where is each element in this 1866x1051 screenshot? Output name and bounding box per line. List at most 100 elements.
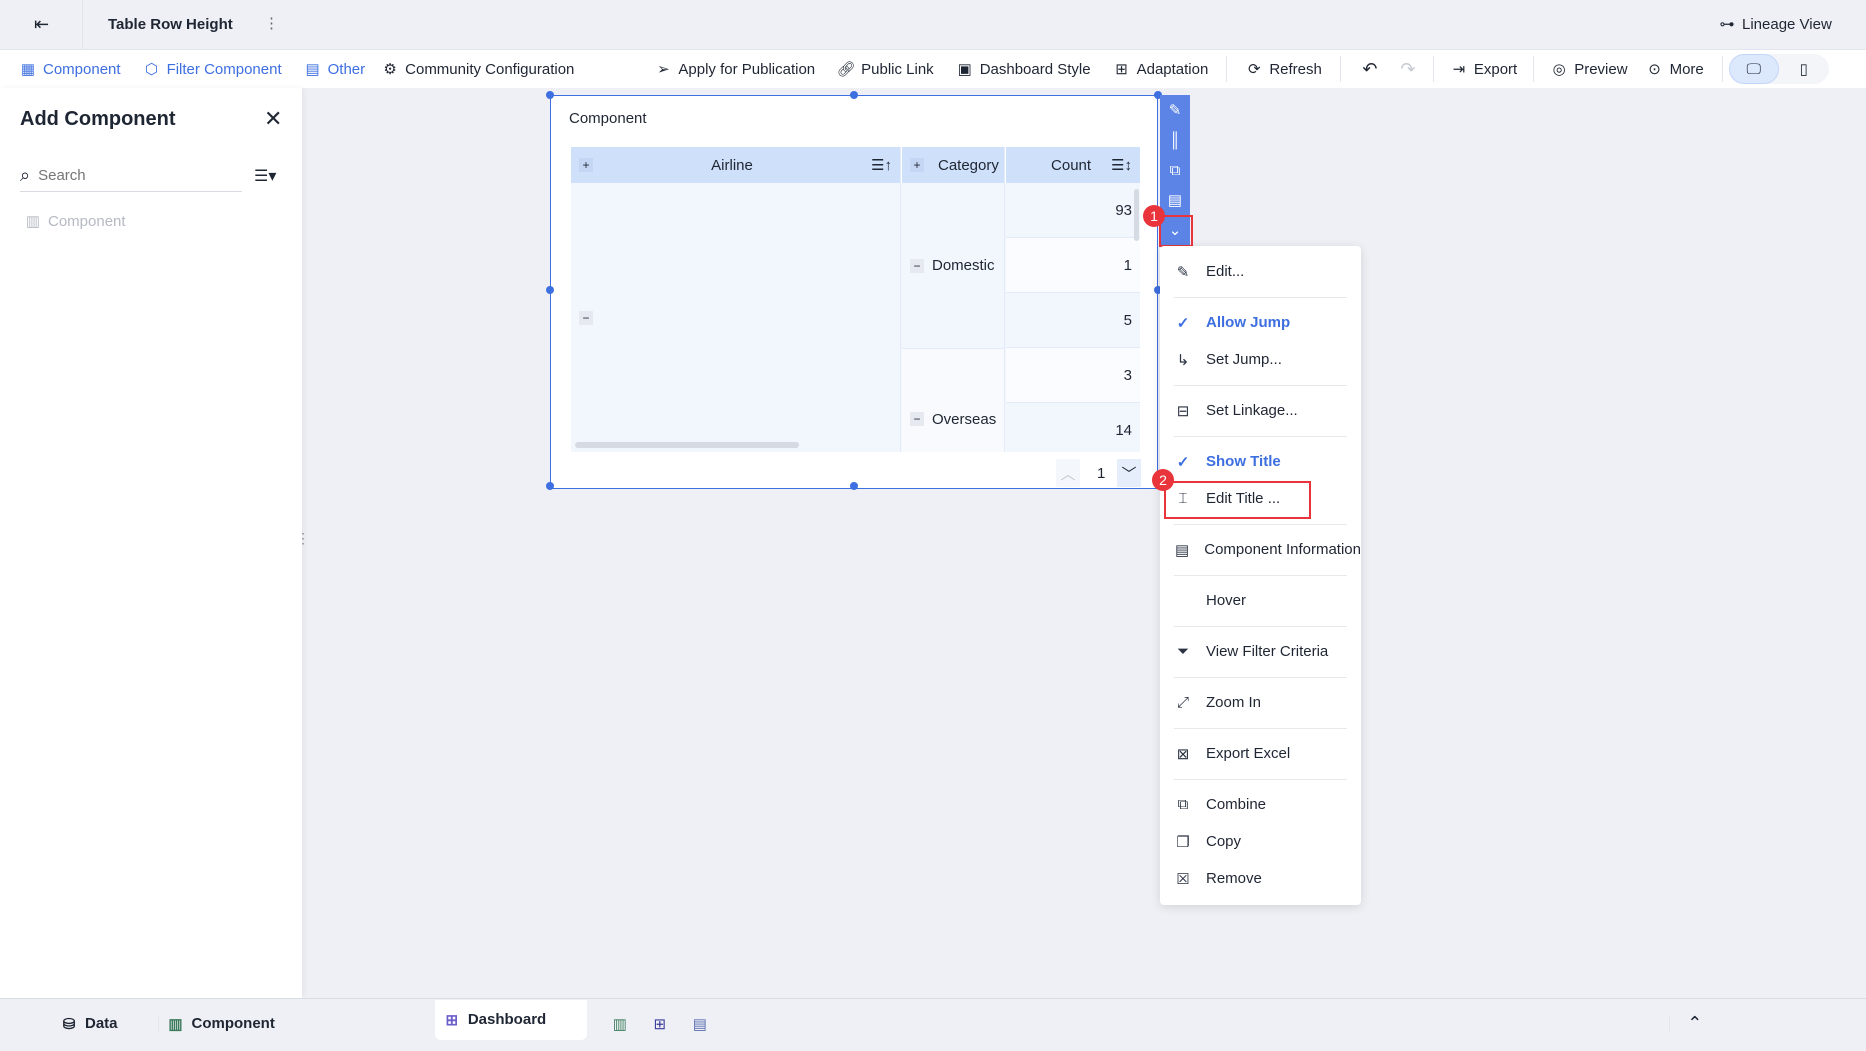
menu-item-view-filter-criteria[interactable]: ⏷ View Filter Criteria bbox=[1160, 633, 1361, 670]
sort-icon[interactable]: ☰↕ bbox=[1111, 156, 1132, 174]
expand-icon[interactable]: + bbox=[579, 158, 593, 172]
menu-item-copy[interactable]: ❐ Copy bbox=[1160, 823, 1361, 860]
menu-item-remove[interactable]: ☒ Remove bbox=[1160, 860, 1361, 897]
comment-icon[interactable]: ▤ bbox=[1168, 185, 1182, 215]
resize-handle[interactable] bbox=[546, 482, 554, 490]
category-cell: − Domestic bbox=[902, 183, 1005, 349]
divider bbox=[157, 1014, 159, 1033]
menu-item-allow-jump[interactable]: ✓ Allow Jump bbox=[1160, 304, 1361, 341]
more-icon: ⊙ bbox=[1648, 61, 1661, 78]
horizontal-scrollbar[interactable] bbox=[575, 442, 799, 448]
export-button[interactable]: ⇥ Export bbox=[1450, 60, 1518, 79]
menu-item-edit[interactable]: ✎ Edit... bbox=[1160, 253, 1361, 290]
context-menu: ✎ Edit... ✓ Allow Jump ↳ Set Jump... ⊟ Set L… bbox=[1160, 246, 1361, 905]
page-down-button[interactable]: ﹀ bbox=[1117, 459, 1141, 487]
filter-component-button[interactable]: ⬡ Filter Component bbox=[143, 60, 282, 79]
dashboard-tab[interactable]: ⊞ Dashboard bbox=[434, 999, 587, 1040]
menu-item-hover[interactable]: Hover bbox=[1160, 582, 1361, 619]
menu-item-combine[interactable]: ⧉ Combine bbox=[1160, 786, 1361, 823]
zoom-in-icon: ⤢ bbox=[1176, 694, 1189, 711]
more-button[interactable]: ⊙ More bbox=[1646, 60, 1703, 79]
airline-cell: − bbox=[571, 183, 901, 452]
sort-icon[interactable]: ☰↑ bbox=[871, 156, 892, 174]
divider bbox=[1174, 523, 1347, 525]
add-other-icon: ▤ bbox=[305, 61, 320, 78]
vertical-scrollbar[interactable] bbox=[1134, 189, 1139, 241]
step-badge: 1 bbox=[1143, 205, 1165, 227]
more-vertical-icon[interactable]: ⋮ bbox=[264, 14, 279, 32]
divider bbox=[1432, 56, 1434, 82]
check-icon: ✓ bbox=[1176, 314, 1190, 332]
menu-item-set-jump[interactable]: ↳ Set Jump... bbox=[1160, 341, 1361, 378]
gear-icon: ⚙ bbox=[383, 61, 397, 78]
menu-item-component-information[interactable]: ▤ Component Information bbox=[1160, 531, 1361, 568]
edit-icon[interactable]: ✎ bbox=[1169, 95, 1182, 125]
lineage-view-button[interactable]: ⊶ Lineage View bbox=[1718, 15, 1832, 34]
exit-icon[interactable]: ⇤ bbox=[34, 14, 49, 35]
toolbar: ▦ Component ⬡ Filter Component ▤ Other ⚙ Com… bbox=[0, 50, 1866, 88]
resize-handle[interactable] bbox=[850, 91, 858, 99]
menu-item-export-excel[interactable]: ⊠ Export Excel bbox=[1160, 735, 1361, 772]
add-report-icon[interactable]: ▤ bbox=[691, 1015, 709, 1033]
public-link-button[interactable]: 🔗︎ Public Link bbox=[837, 60, 934, 79]
filter-sort-icon[interactable]: ☰▾ bbox=[254, 166, 276, 186]
device-switcher: 🖵︎ ▯ bbox=[1728, 54, 1829, 84]
resize-handle[interactable] bbox=[546, 286, 554, 294]
other-button[interactable]: ▤ Other bbox=[304, 60, 366, 79]
undo-icon[interactable]: ↶ bbox=[1361, 59, 1379, 79]
table-body: − − Domestic − Overseas 93 1 5 3 14 bbox=[571, 183, 1140, 452]
close-icon[interactable]: ✕ bbox=[264, 106, 282, 132]
bottom-bar: ⛁ Data ▥ Component ⊞ Dashboard ▥ ⊞ ▤ ⌃ bbox=[0, 998, 1866, 1048]
divider bbox=[1174, 435, 1347, 437]
panel-title: Add Component bbox=[20, 108, 176, 130]
copy-icon[interactable]: ⧉ bbox=[1170, 155, 1181, 185]
export-icon: ⇥ bbox=[1452, 61, 1466, 78]
apply-for-publication-button[interactable]: ➢ Apply for Publication bbox=[654, 60, 815, 79]
page-up-button[interactable]: ︿ bbox=[1056, 459, 1080, 487]
collapse-icon[interactable]: − bbox=[579, 310, 593, 325]
menu-item-zoom-in[interactable]: ⤢ Zoom In bbox=[1160, 684, 1361, 721]
menu-item-show-title[interactable]: ✓ Show Title bbox=[1160, 443, 1361, 480]
add-dashboard-icon[interactable]: ⊞ bbox=[651, 1015, 669, 1033]
divider bbox=[1174, 778, 1347, 780]
column-header-count: Count ☰↕ bbox=[1006, 147, 1140, 183]
resize-handle[interactable] bbox=[546, 91, 554, 99]
list-item[interactable]: ▥ Component bbox=[24, 212, 126, 231]
refresh-icon: ⟳ bbox=[1248, 61, 1261, 78]
search-input[interactable] bbox=[38, 167, 219, 184]
style-icon: ▣ bbox=[957, 61, 972, 78]
data-tab[interactable]: ⛁ Data bbox=[60, 1015, 118, 1033]
community-configuration-button[interactable]: ⚙ Community Configuration bbox=[381, 60, 574, 79]
divider bbox=[1339, 56, 1341, 82]
barcode-icon[interactable]: ║ bbox=[1170, 125, 1181, 155]
info-comment-icon: ▤ bbox=[1175, 541, 1190, 559]
component-tab[interactable]: ▥ Component bbox=[167, 1015, 274, 1033]
chevron-up-circle-icon[interactable]: ⌃ bbox=[1686, 1013, 1704, 1033]
table-component[interactable]: Component + Airline ☰↑ + Category Count … bbox=[546, 91, 1162, 490]
refresh-button[interactable]: ⟳ Refresh bbox=[1245, 60, 1322, 79]
collapse-icon[interactable]: − bbox=[910, 412, 924, 426]
divider bbox=[1721, 56, 1723, 82]
collapse-icon[interactable]: − bbox=[910, 258, 924, 273]
resize-handle[interactable] bbox=[850, 482, 858, 490]
redo-icon[interactable]: ↷ bbox=[1399, 59, 1417, 79]
preview-icon: ◎ bbox=[1552, 61, 1566, 78]
add-chart-icon: ▦ bbox=[20, 61, 36, 78]
menu-item-set-linkage[interactable]: ⊟ Set Linkage... bbox=[1160, 392, 1361, 429]
adaptation-button[interactable]: ⊞ Adaptation bbox=[1113, 60, 1208, 79]
category-cell: − Overseas bbox=[902, 349, 1005, 452]
component-button[interactable]: ▦ Component bbox=[19, 60, 121, 79]
count-cell: 14 bbox=[1006, 403, 1140, 452]
expand-icon[interactable]: + bbox=[910, 158, 924, 172]
divider bbox=[1174, 384, 1347, 386]
send-icon: ➢ bbox=[657, 61, 670, 78]
resize-handle[interactable]: ⋮ bbox=[296, 530, 310, 547]
count-cell: 5 bbox=[1006, 293, 1140, 348]
desktop-icon[interactable]: 🖵︎ bbox=[1728, 54, 1779, 84]
mobile-icon[interactable]: ▯ bbox=[1779, 54, 1829, 84]
preview-button[interactable]: ◎ Preview bbox=[1550, 60, 1628, 79]
copy-icon: ❐ bbox=[1176, 833, 1190, 851]
add-component-icon[interactable]: ▥ bbox=[611, 1015, 629, 1033]
dashboard-style-button[interactable]: ▣ Dashboard Style bbox=[956, 60, 1091, 79]
count-cell: 93 bbox=[1006, 183, 1140, 238]
